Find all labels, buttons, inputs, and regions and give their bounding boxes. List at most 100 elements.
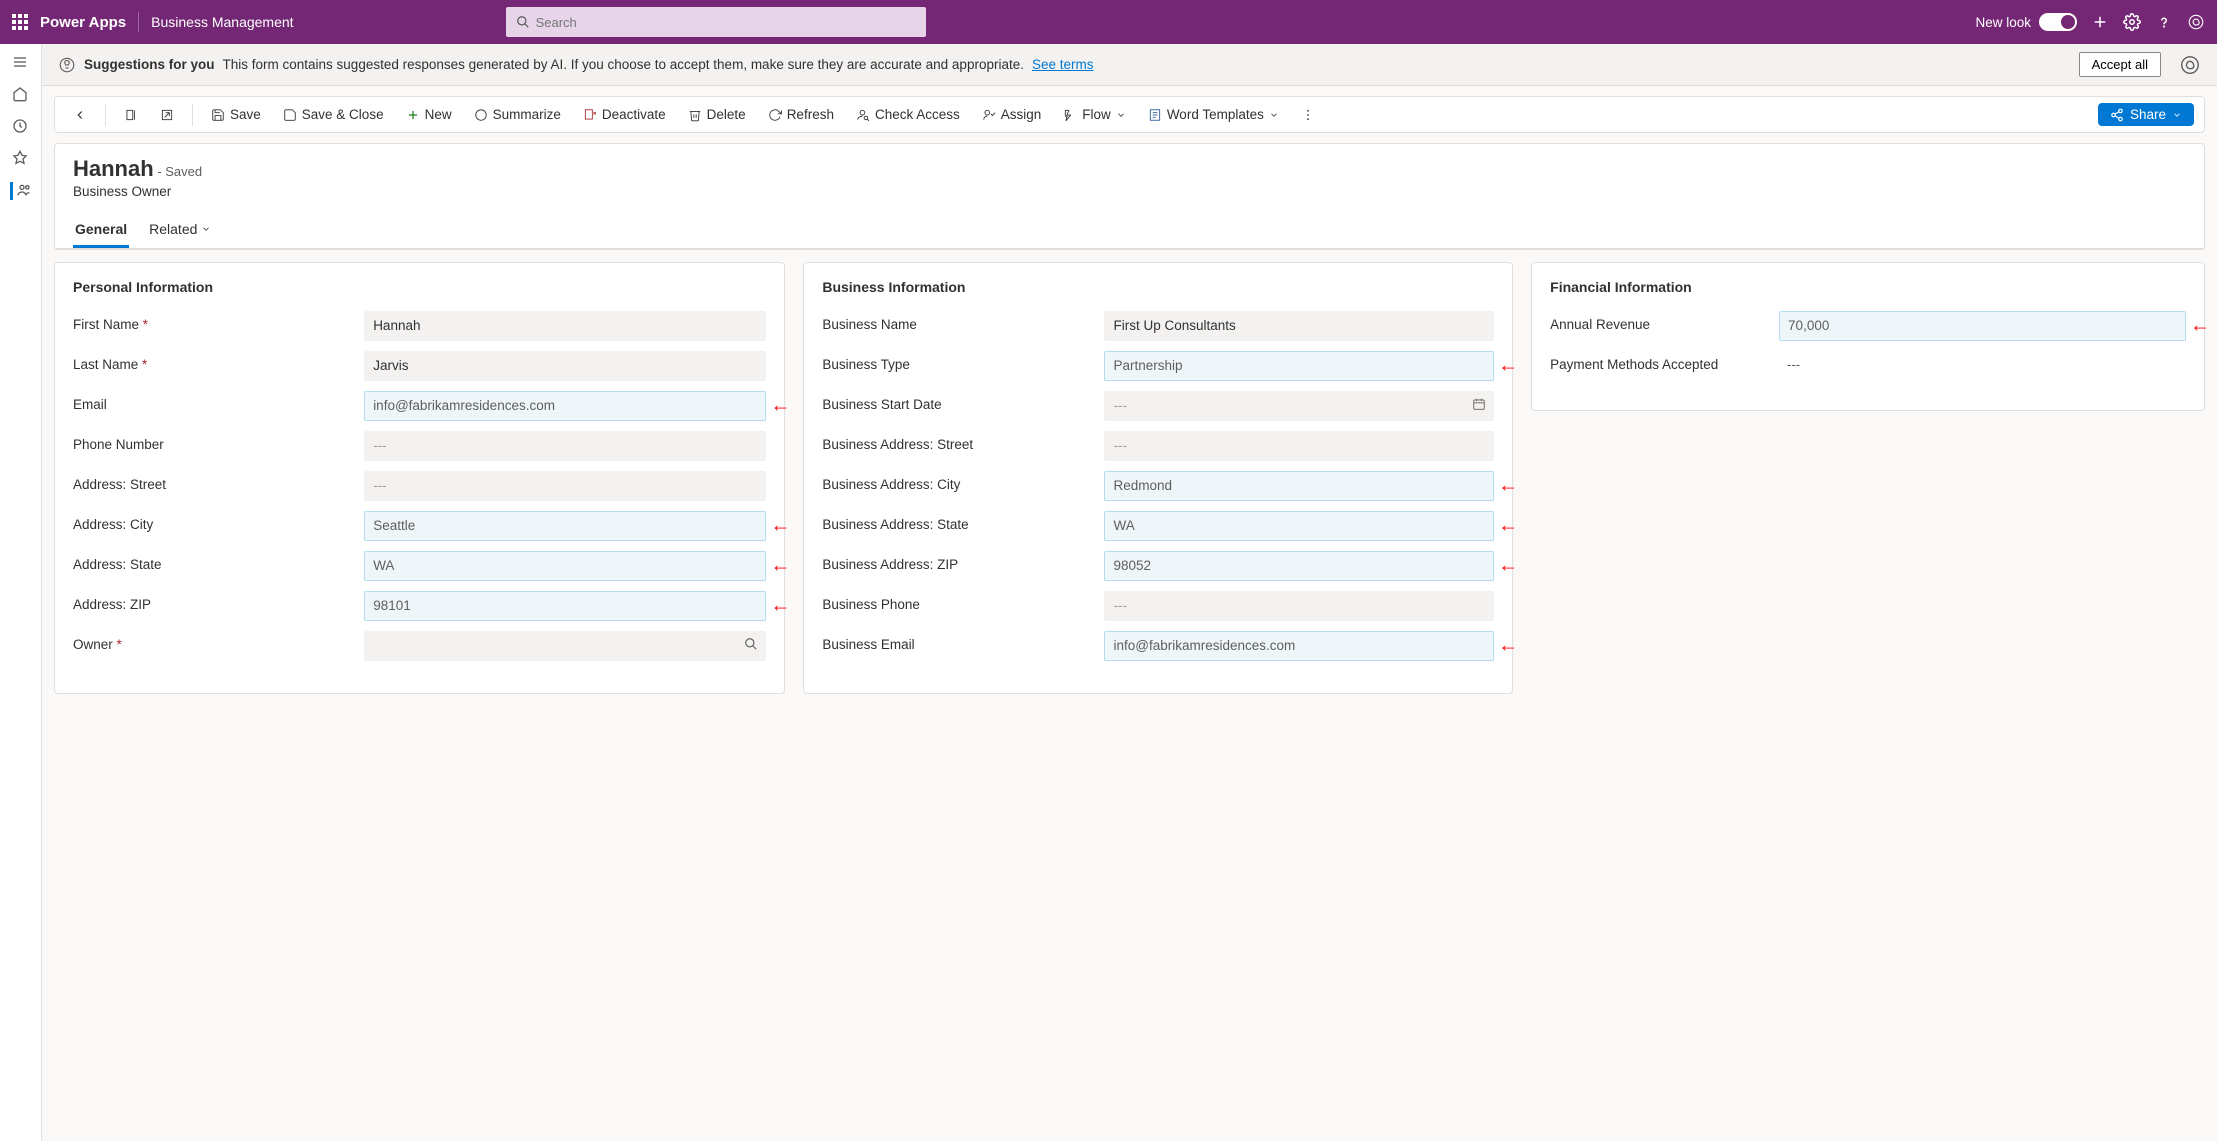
- recent-icon[interactable]: [12, 118, 30, 136]
- back-button[interactable]: [65, 104, 95, 126]
- arrow-indicator-icon: ←: [2190, 315, 2210, 338]
- record-title: Hannah: [73, 156, 154, 181]
- email-input[interactable]: info@fabrikamresidences.com: [364, 391, 766, 421]
- people-icon[interactable]: [10, 182, 28, 200]
- last-name-label: Last Name *: [73, 351, 364, 372]
- copilot-panel-icon[interactable]: [2179, 54, 2201, 76]
- assign-button[interactable]: Assign: [974, 103, 1050, 126]
- first-name-label: First Name *: [73, 311, 364, 332]
- section-title-business: Business Information: [822, 279, 1494, 295]
- share-button[interactable]: Share: [2098, 103, 2194, 126]
- summarize-button[interactable]: Summarize: [466, 103, 569, 126]
- tab-related[interactable]: Related: [147, 213, 213, 248]
- open-record-set-button[interactable]: [116, 104, 146, 126]
- ai-suggestion-bar: Suggestions for you This form contains s…: [42, 44, 2217, 86]
- home-icon[interactable]: [12, 86, 30, 104]
- bus-addr-city-input[interactable]: Redmond: [1104, 471, 1494, 501]
- revenue-label: Annual Revenue: [1550, 311, 1779, 332]
- help-icon[interactable]: [2155, 13, 2173, 31]
- chevron-down-icon: [201, 224, 211, 234]
- owner-lookup[interactable]: [364, 631, 766, 661]
- waffle-icon[interactable]: [12, 14, 28, 30]
- bus-email-input[interactable]: info@fabrikamresidences.com: [1104, 631, 1494, 661]
- business-info-card: Business Information Business Name First…: [803, 262, 1513, 694]
- search-bar[interactable]: [506, 7, 926, 37]
- arrow-indicator-icon: ←: [1498, 515, 1518, 538]
- search-icon[interactable]: [744, 637, 758, 651]
- addr-state-input[interactable]: WA: [364, 551, 766, 581]
- calendar-icon[interactable]: [1472, 397, 1486, 411]
- bus-phone-label: Business Phone: [822, 591, 1104, 612]
- bus-type-label: Business Type: [822, 351, 1104, 372]
- see-terms-link[interactable]: See terms: [1032, 57, 1094, 72]
- phone-label: Phone Number: [73, 431, 364, 452]
- new-look-toggle[interactable]: [2039, 13, 2077, 31]
- save-button[interactable]: Save: [203, 103, 269, 126]
- overflow-button[interactable]: [1293, 104, 1323, 126]
- first-name-input[interactable]: Hannah: [364, 311, 766, 341]
- save-close-button[interactable]: Save & Close: [275, 103, 392, 126]
- record-saved-status: - Saved: [157, 164, 202, 179]
- phone-input[interactable]: ---: [364, 431, 766, 461]
- addr-zip-label: Address: ZIP: [73, 591, 364, 612]
- search-icon: [516, 15, 530, 29]
- bus-addr-street-label: Business Address: Street: [822, 431, 1104, 452]
- bus-start-input[interactable]: ---: [1104, 391, 1494, 421]
- addr-state-label: Address: State: [73, 551, 364, 572]
- app-context: Business Management: [151, 14, 293, 30]
- bus-name-input[interactable]: First Up Consultants: [1104, 311, 1494, 341]
- app-name: Power Apps: [40, 14, 126, 31]
- addr-zip-input[interactable]: 98101: [364, 591, 766, 621]
- bus-addr-zip-input[interactable]: 98052: [1104, 551, 1494, 581]
- flow-button[interactable]: Flow: [1055, 103, 1134, 126]
- new-look-label: New look: [1975, 15, 2031, 30]
- arrow-indicator-icon: ←: [770, 555, 790, 578]
- owner-label: Owner *: [73, 631, 364, 652]
- plus-icon[interactable]: [2091, 13, 2109, 31]
- revenue-input[interactable]: 70,000: [1779, 311, 2186, 341]
- bus-addr-state-label: Business Address: State: [822, 511, 1104, 532]
- gear-icon[interactable]: [2123, 13, 2141, 31]
- search-input[interactable]: [536, 15, 916, 30]
- arrow-indicator-icon: ←: [1498, 635, 1518, 658]
- suggestion-title: Suggestions for you: [84, 57, 215, 72]
- record-header-card: Hannah - Saved Business Owner General Re…: [54, 143, 2205, 250]
- section-title-financial: Financial Information: [1550, 279, 2186, 295]
- app-header: Power Apps Business Management New look: [0, 0, 2217, 44]
- last-name-input[interactable]: Jarvis: [364, 351, 766, 381]
- arrow-indicator-icon: ←: [770, 515, 790, 538]
- payment-label: Payment Methods Accepted: [1550, 351, 1779, 372]
- bus-phone-input[interactable]: ---: [1104, 591, 1494, 621]
- copilot-icon[interactable]: [2187, 13, 2205, 31]
- bus-name-label: Business Name: [822, 311, 1104, 332]
- refresh-button[interactable]: Refresh: [760, 103, 842, 126]
- tab-general[interactable]: General: [73, 213, 129, 248]
- accept-all-button[interactable]: Accept all: [2079, 52, 2161, 77]
- addr-street-input[interactable]: ---: [364, 471, 766, 501]
- addr-street-label: Address: Street: [73, 471, 364, 492]
- financial-info-card: Financial Information Annual Revenue 70,…: [1531, 262, 2205, 411]
- bus-addr-street-input[interactable]: ---: [1104, 431, 1494, 461]
- deactivate-button[interactable]: Deactivate: [575, 103, 674, 126]
- payment-value: ---: [1779, 351, 2186, 378]
- record-entity: Business Owner: [73, 184, 2186, 199]
- arrow-indicator-icon: ←: [770, 395, 790, 418]
- bus-email-label: Business Email: [822, 631, 1104, 652]
- arrow-indicator-icon: ←: [1498, 555, 1518, 578]
- open-in-new-button[interactable]: [152, 104, 182, 126]
- addr-city-input[interactable]: Seattle: [364, 511, 766, 541]
- lightbulb-icon: [58, 56, 76, 74]
- new-button[interactable]: New: [398, 103, 460, 126]
- bus-type-input[interactable]: Partnership: [1104, 351, 1494, 381]
- divider: [138, 12, 139, 32]
- delete-button[interactable]: Delete: [680, 103, 754, 126]
- bus-addr-state-input[interactable]: WA: [1104, 511, 1494, 541]
- word-templates-button[interactable]: Word Templates: [1140, 103, 1287, 126]
- bus-addr-zip-label: Business Address: ZIP: [822, 551, 1104, 572]
- check-access-button[interactable]: Check Access: [848, 103, 968, 126]
- pin-icon[interactable]: [12, 150, 30, 168]
- addr-city-label: Address: City: [73, 511, 364, 532]
- arrow-indicator-icon: ←: [1498, 355, 1518, 378]
- menu-icon[interactable]: [12, 54, 30, 72]
- arrow-indicator-icon: ←: [1498, 475, 1518, 498]
